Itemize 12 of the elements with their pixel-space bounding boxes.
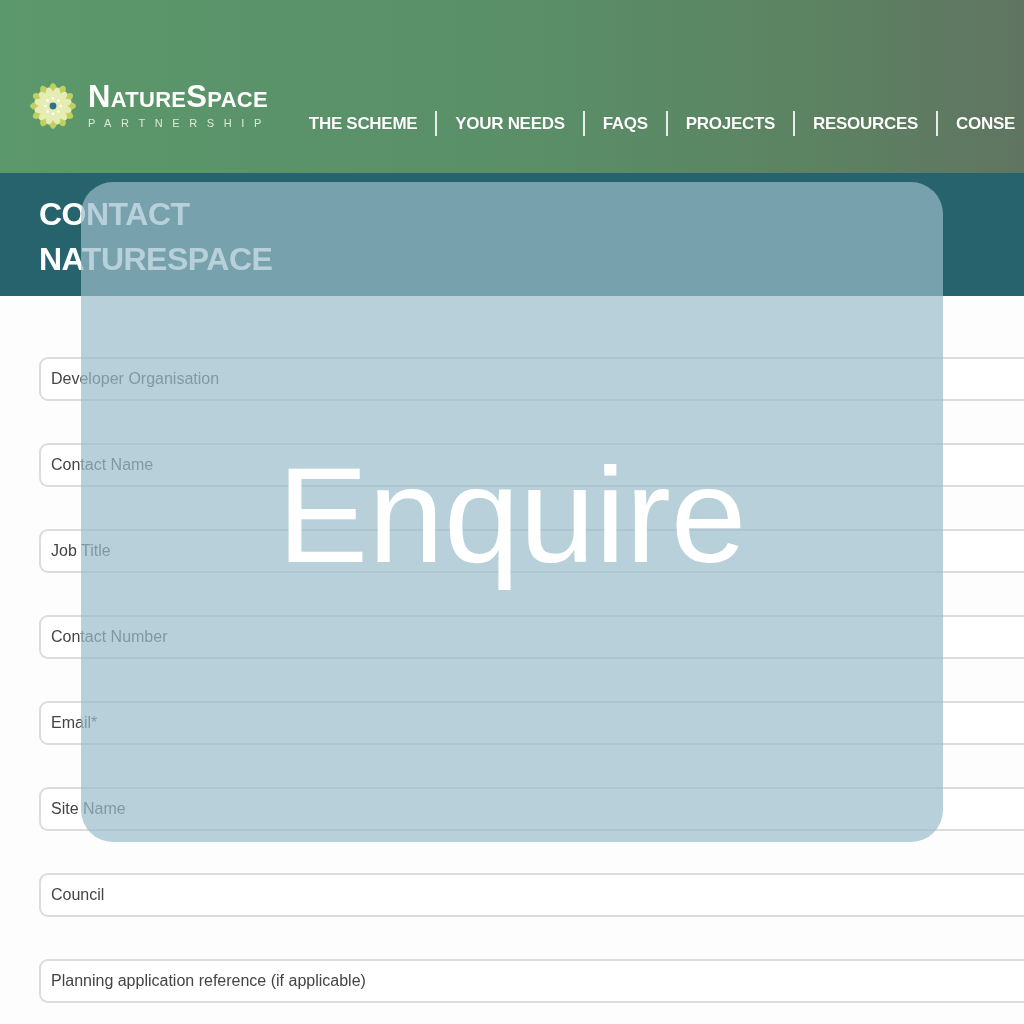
nav-link[interactable]: CONSE — [956, 111, 1015, 136]
overlay-heading: Enquire — [277, 437, 747, 593]
nav-link[interactable]: FAQS — [602, 111, 648, 136]
input-field[interactable]: Planning application reference (if applicable) — [39, 959, 1024, 1003]
flower-logo-icon — [30, 82, 76, 129]
logo-wordmark: NatureSpace — [88, 82, 269, 112]
logo-tagline: PARTNERSHIP — [88, 117, 271, 129]
input-field[interactable]: Council — [39, 873, 1024, 917]
nav-link[interactable]: YOUR NEEDS — [455, 111, 565, 136]
nav-link[interactable]: THE SCHEME — [308, 111, 418, 136]
nav-link[interactable]: RESOURCES — [813, 111, 919, 136]
nav-link[interactable]: PROJECTS — [685, 111, 776, 136]
